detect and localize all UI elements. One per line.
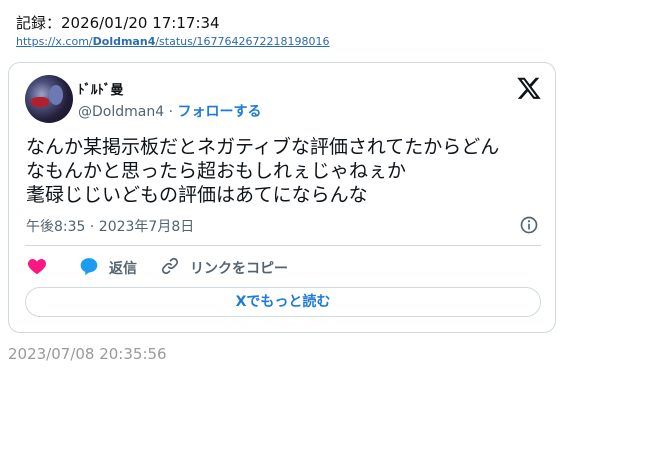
url-prefix: https://x.com/	[16, 35, 93, 48]
tweet-source-link[interactable]: https://x.com/Doldman4/status/1677642672…	[16, 35, 330, 48]
user-handle[interactable]: @Doldman4	[78, 104, 164, 120]
tweet-card[interactable]: ﾄﾞﾙﾄﾞ曼 @Doldman4 · フォローする なんか某掲示板だとネガティブ…	[8, 62, 556, 333]
record-timestamp: 記録：2026/01/20 17:17:34	[16, 14, 220, 32]
divider	[25, 245, 541, 246]
x-logo-icon[interactable]	[516, 75, 542, 101]
display-name[interactable]: ﾄﾞﾙﾄﾞ曼	[78, 79, 124, 98]
avatar[interactable]	[25, 75, 73, 123]
action-bar: 返信 リンクをコピー	[25, 256, 541, 278]
heart-icon[interactable]	[27, 257, 47, 275]
saved-timestamp: 2023/07/08 20:35:56	[8, 345, 167, 363]
follow-button[interactable]: フォローする	[177, 104, 261, 120]
tweet-text: なんか某掲示板だとネガティブな評価されてたからどん なもんかと思ったら超おもしれ…	[26, 135, 541, 207]
tweet-text-line: なもんかと思ったら超おもしれぇじゃねぇか	[26, 160, 407, 182]
reply-button[interactable]: 返信	[109, 258, 137, 278]
handle-row: @Doldman4 · フォローする	[78, 101, 261, 121]
read-more-button[interactable]: Xでもっと読む	[25, 287, 541, 317]
tweet-timestamp[interactable]: 午後8:35 · 2023年7月8日	[26, 216, 194, 236]
link-icon[interactable]	[160, 256, 180, 276]
copy-link-button[interactable]: リンクをコピー	[190, 258, 288, 278]
handle-separator: ·	[164, 104, 178, 120]
url-user: Doldman4	[92, 35, 156, 48]
tweet-text-line: 耄碌じじいどもの評価はあてにならんな	[26, 184, 368, 206]
tweet-text-line: なんか某掲示板だとネガティブな評価されてたからどん	[26, 136, 500, 158]
url-suffix: /status/1677642672218198016	[155, 35, 330, 48]
speech-bubble-icon[interactable]	[79, 256, 99, 276]
info-icon[interactable]	[519, 215, 539, 235]
